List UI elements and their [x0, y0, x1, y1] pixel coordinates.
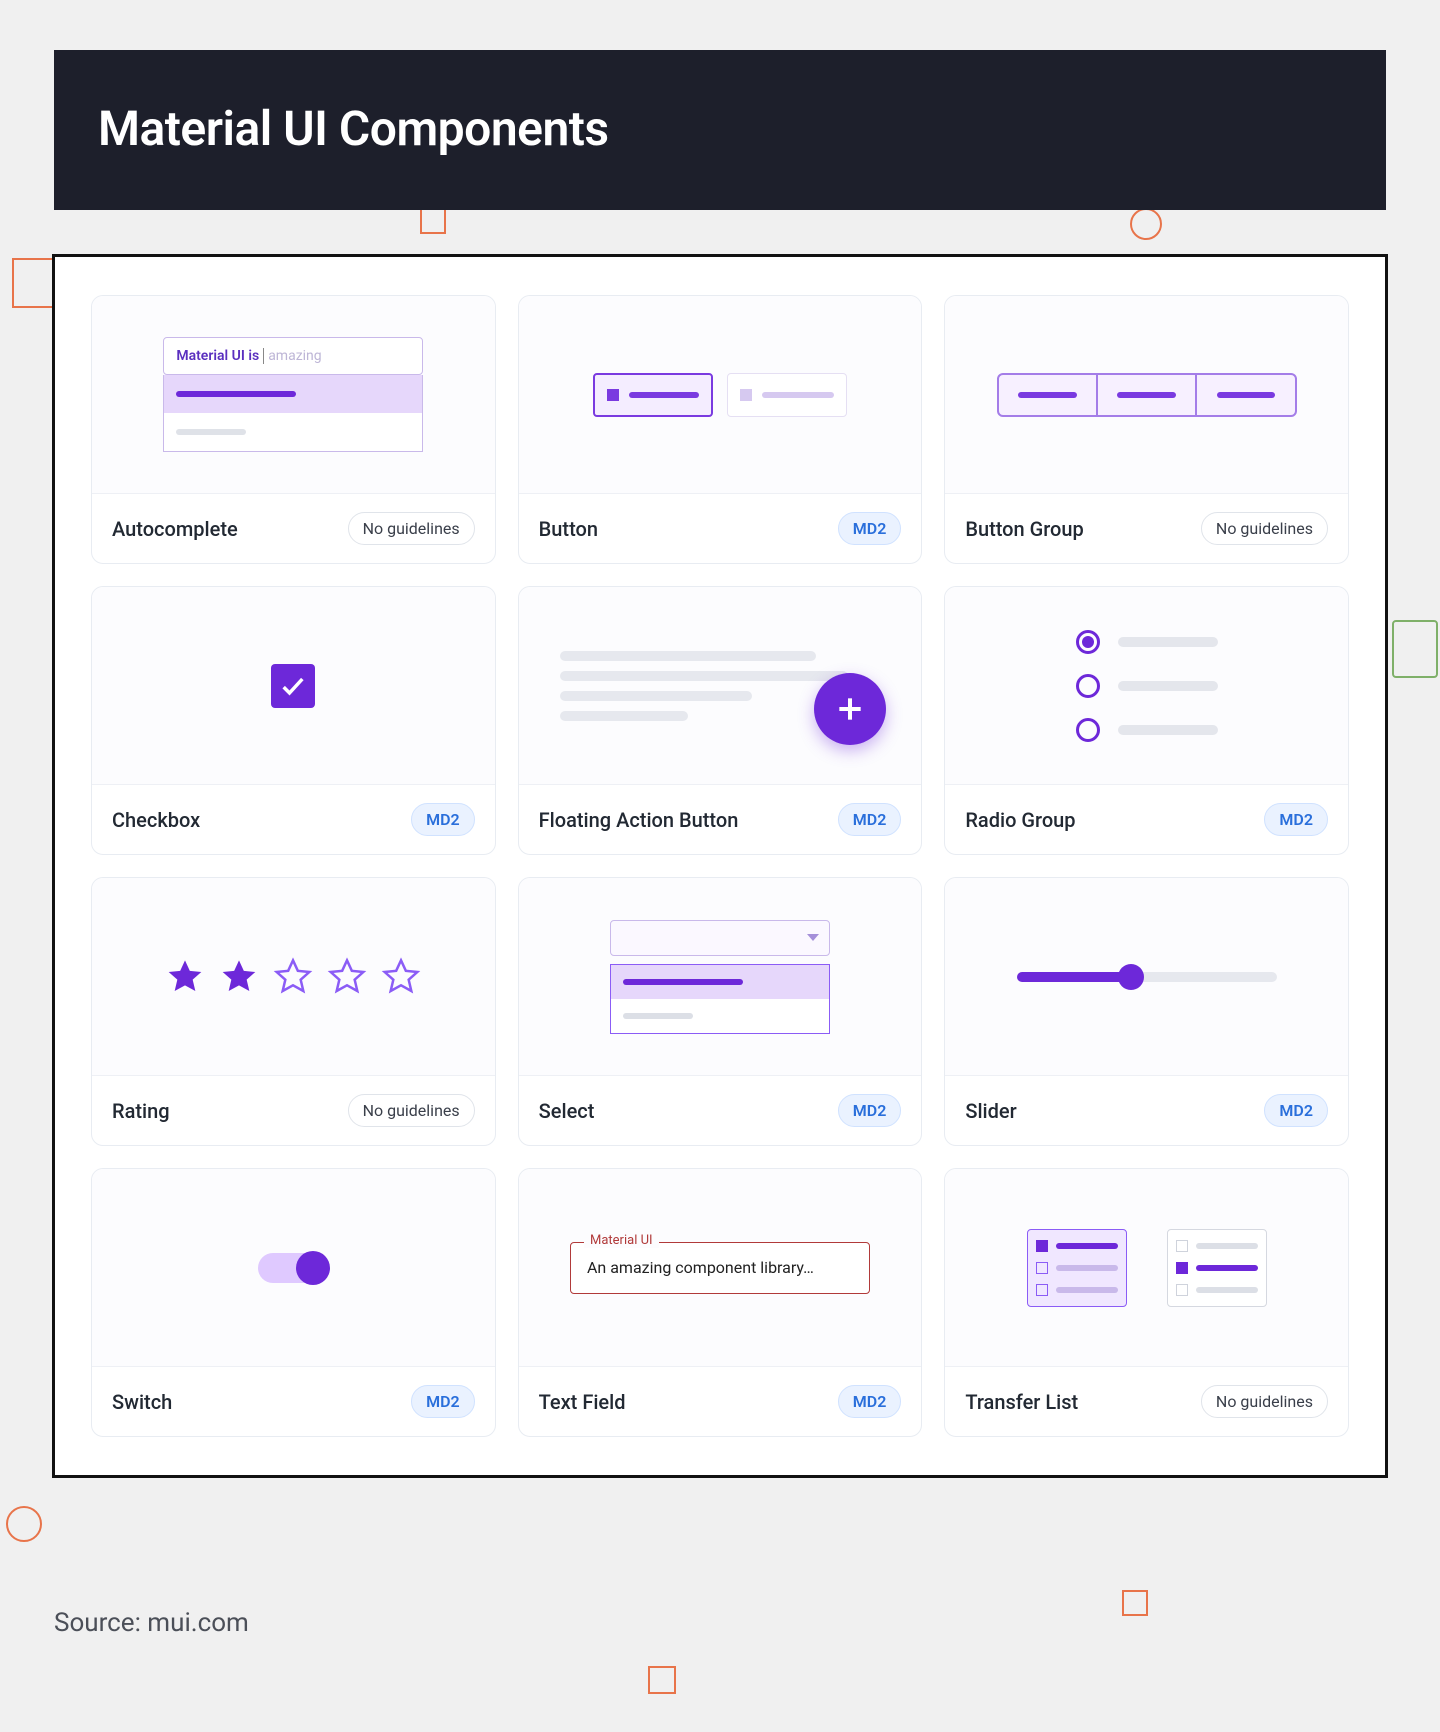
badge-md2: MD2 — [838, 1094, 902, 1127]
badge-md2: MD2 — [411, 803, 475, 836]
deco-square — [1122, 1590, 1148, 1616]
card-switch[interactable]: Switch MD2 — [91, 1168, 496, 1437]
deco-square — [420, 208, 446, 234]
preview-fab — [519, 587, 922, 785]
card-title: Select — [539, 1099, 595, 1123]
card-title: Text Field — [539, 1390, 626, 1414]
badge-md2: MD2 — [838, 803, 902, 836]
preview-button-group — [945, 296, 1348, 494]
preview-autocomplete: Material UI is amazing — [92, 296, 495, 494]
card-slider[interactable]: Slider MD2 — [944, 877, 1349, 1146]
deco-green — [1392, 620, 1438, 678]
star-filled-icon — [219, 957, 259, 997]
preview-button — [519, 296, 922, 494]
page-title: Material UI Components — [98, 100, 1342, 157]
preview-text-field: Material UI An amazing component library… — [519, 1169, 922, 1367]
star-empty-icon — [381, 957, 421, 997]
preview-slider — [945, 878, 1348, 1076]
card-transfer-list[interactable]: Transfer List No guidelines — [944, 1168, 1349, 1437]
card-button-group[interactable]: Button Group No guidelines — [944, 295, 1349, 564]
card-button[interactable]: Button MD2 — [518, 295, 923, 564]
card-title: Button Group — [965, 517, 1083, 541]
switch-track-icon — [258, 1253, 328, 1283]
badge-md2: MD2 — [1264, 803, 1328, 836]
star-empty-icon — [327, 957, 367, 997]
autocomplete-suggest-text: amazing — [268, 348, 321, 364]
card-rating[interactable]: Rating No guidelines — [91, 877, 496, 1146]
card-title: Checkbox — [112, 808, 200, 832]
card-title: Switch — [112, 1390, 172, 1414]
preview-switch — [92, 1169, 495, 1367]
switch-thumb-icon — [296, 1251, 330, 1285]
radio-unselected-icon — [1076, 718, 1100, 742]
preview-radio — [945, 587, 1348, 785]
badge-md2: MD2 — [838, 512, 902, 545]
card-title: Floating Action Button — [539, 808, 739, 832]
card-title: Rating — [112, 1099, 170, 1123]
autocomplete-input-text: Material UI is — [176, 348, 259, 364]
card-title: Radio Group — [965, 808, 1075, 832]
card-title: Transfer List — [965, 1390, 1078, 1414]
text-field-value: An amazing component library… — [570, 1242, 870, 1294]
radio-unselected-icon — [1076, 674, 1100, 698]
badge-md2: MD2 — [411, 1385, 475, 1418]
preview-select — [519, 878, 922, 1076]
badge-no-guidelines: No guidelines — [1201, 512, 1328, 545]
header: Material UI Components — [54, 50, 1386, 210]
badge-md2: MD2 — [838, 1385, 902, 1418]
slider-thumb-icon — [1118, 964, 1144, 990]
radio-selected-icon — [1076, 630, 1100, 654]
card-title: Slider — [965, 1099, 1016, 1123]
card-select[interactable]: Select MD2 — [518, 877, 923, 1146]
card-text-field[interactable]: Material UI An amazing component library… — [518, 1168, 923, 1437]
preview-transfer-list — [945, 1169, 1348, 1367]
card-title: Autocomplete — [112, 517, 238, 541]
text-cursor-icon — [263, 348, 264, 364]
star-filled-icon — [165, 957, 205, 997]
preview-checkbox — [92, 587, 495, 785]
deco-circle — [6, 1506, 42, 1542]
components-panel: Material UI is amazing Autocomplete No g… — [52, 254, 1388, 1478]
dropdown-caret-icon — [807, 934, 819, 941]
text-field-label: Material UI — [584, 1233, 659, 1248]
deco-circle — [1130, 208, 1162, 240]
card-autocomplete[interactable]: Material UI is amazing Autocomplete No g… — [91, 295, 496, 564]
card-checkbox[interactable]: Checkbox MD2 — [91, 586, 496, 855]
preview-rating — [92, 878, 495, 1076]
checkbox-checked-icon — [271, 664, 315, 708]
card-title: Button — [539, 517, 598, 541]
components-grid: Material UI is amazing Autocomplete No g… — [91, 295, 1349, 1437]
badge-md2: MD2 — [1264, 1094, 1328, 1127]
badge-no-guidelines: No guidelines — [348, 512, 475, 545]
fab-button-icon — [814, 673, 886, 745]
badge-no-guidelines: No guidelines — [348, 1094, 475, 1127]
deco-square — [648, 1666, 676, 1694]
source-caption: Source: mui.com — [54, 1608, 249, 1638]
star-empty-icon — [273, 957, 313, 997]
card-radio[interactable]: Radio Group MD2 — [944, 586, 1349, 855]
card-fab[interactable]: Floating Action Button MD2 — [518, 586, 923, 855]
badge-no-guidelines: No guidelines — [1201, 1385, 1328, 1418]
